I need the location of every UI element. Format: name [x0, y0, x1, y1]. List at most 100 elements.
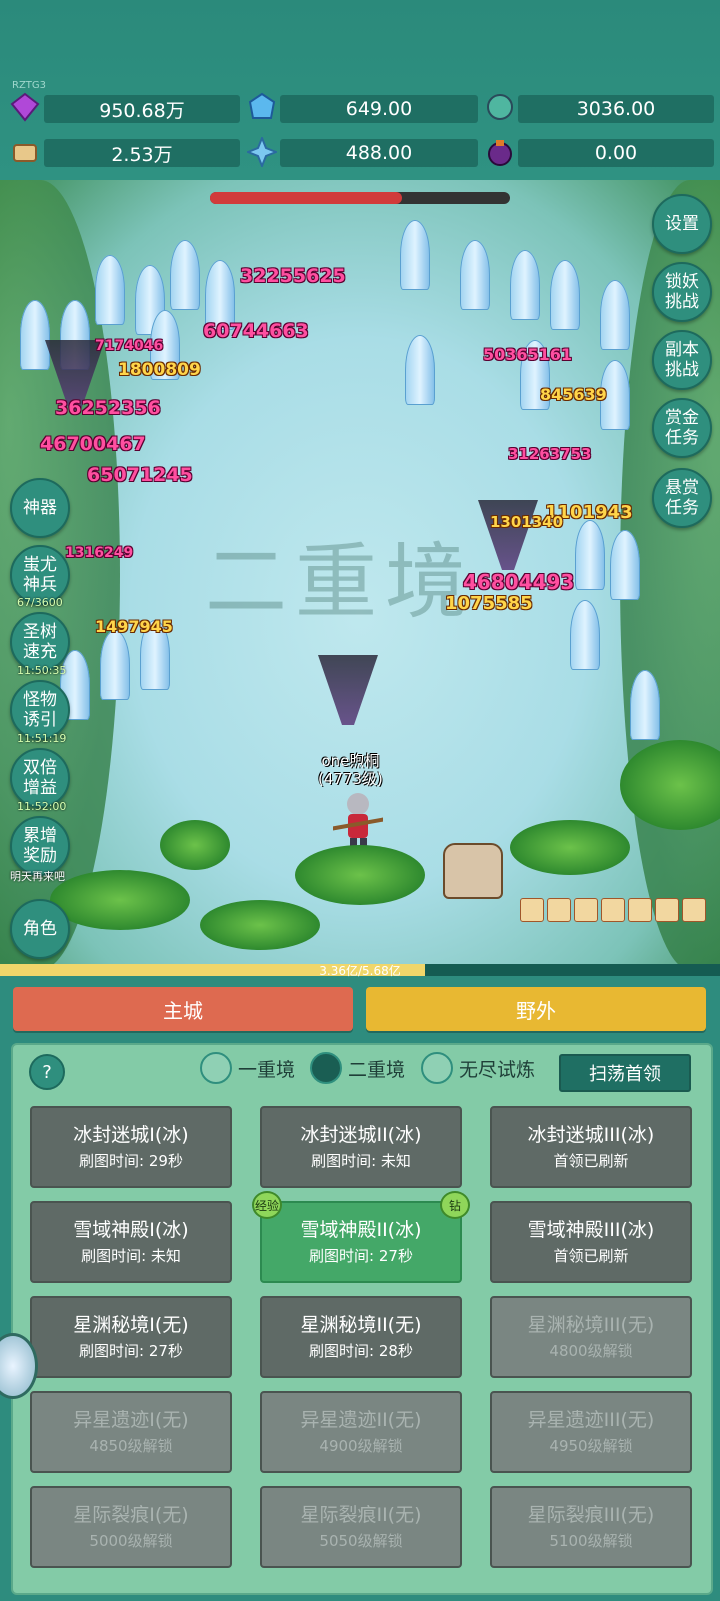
tab-realm-1[interactable]: 一重境 — [200, 1052, 295, 1084]
radio-selected-icon — [310, 1052, 342, 1084]
artifact-button[interactable]: 神器 — [10, 478, 70, 538]
damage-number: 1316249 — [65, 545, 134, 561]
wild-button[interactable]: 野外 — [366, 987, 706, 1031]
damage-number: 32255625 — [240, 265, 346, 287]
stage-card[interactable]: 星渊秘境I(无) 刷图时间: 27秒 — [30, 1296, 232, 1378]
stage-card-locked[interactable]: 星际裂痕I(无) 5000级解锁 — [30, 1486, 232, 1568]
player-nameplate: one煦桐 (4773级) — [318, 752, 383, 788]
ice-shard-icon — [247, 137, 277, 167]
damage-number: 60744663 — [203, 320, 309, 342]
sweep-boss-button[interactable]: 扫荡首领 — [559, 1054, 691, 1092]
tornado-effect — [318, 655, 378, 725]
stage-name: 异星遗迹III(无) — [527, 1409, 655, 1431]
skill-icon[interactable] — [601, 898, 625, 922]
stage-status: 4950级解锁 — [549, 1437, 633, 1455]
skill-icon[interactable] — [547, 898, 571, 922]
double-buff-timer: 11:52:00 — [17, 800, 67, 813]
tab-endless-trial[interactable]: 无尽试炼 — [421, 1052, 535, 1084]
stage-name: 雪域神殿III(冰) — [527, 1219, 655, 1241]
boss-hp-fill — [210, 192, 402, 204]
skill-icon[interactable] — [520, 898, 544, 922]
resource-purple-pouch: 0.00 — [518, 139, 714, 167]
damage-number: 46700467 — [40, 433, 146, 455]
monster-lure-button[interactable]: 怪物 诱引 — [10, 680, 70, 740]
stage-card[interactable]: 冰封迷城II(冰) 刷图时间: 未知 — [260, 1106, 462, 1188]
stage-card-locked[interactable]: 异星遗迹II(无) 4900级解锁 — [260, 1391, 462, 1473]
ice-crystal — [510, 250, 540, 320]
stage-status: 刷图时间: 29秒 — [79, 1152, 183, 1170]
tab-label: 无尽试炼 — [459, 1058, 536, 1081]
ice-crystal — [575, 520, 605, 590]
ice-crystal — [570, 600, 600, 670]
experience-text: 3.36亿/5.68亿 — [319, 964, 401, 978]
holy-tree-button[interactable]: 圣树 速充 — [10, 612, 70, 672]
damage-number: 50365161 — [483, 345, 573, 364]
stage-card-locked[interactable]: 异星遗迹III(无) 4950级解锁 — [490, 1391, 692, 1473]
ice-crystal — [100, 630, 130, 700]
damage-number: 46804493 — [463, 570, 575, 594]
skill-icon[interactable] — [655, 898, 679, 922]
stage-card[interactable]: 冰封迷城I(冰) 刷图时间: 29秒 — [30, 1106, 232, 1188]
bush — [50, 870, 190, 930]
battle-scene[interactable]: 二重境 32255625 60744663 7174046 1800809 36… — [0, 180, 720, 970]
bush — [510, 820, 630, 875]
dungeon-challenge-button[interactable]: 副本 挑战 — [652, 330, 712, 390]
stage-status: 刷图时间: 未知 — [81, 1247, 181, 1265]
stump-monster[interactable] — [443, 843, 503, 899]
character-button[interactable]: 角色 — [10, 899, 70, 959]
monster-lure-timer: 11:51:19 — [17, 732, 67, 745]
stage-name: 冰封迷城III(冰) — [527, 1124, 655, 1146]
tab-label: 二重境 — [348, 1058, 406, 1081]
stage-card-locked[interactable]: 星际裂痕III(无) 5100级解锁 — [490, 1486, 692, 1568]
skill-icon[interactable] — [628, 898, 652, 922]
bush — [200, 900, 320, 950]
stage-status: 4800级解锁 — [549, 1342, 633, 1360]
radio-icon — [200, 1052, 232, 1084]
boss-hp-bar — [210, 192, 510, 204]
skill-icon[interactable] — [682, 898, 706, 922]
stage-card[interactable]: 雪域神殿I(冰) 刷图时间: 未知 — [30, 1201, 232, 1283]
stage-status: 刷图时间: 28秒 — [309, 1342, 413, 1360]
stage-card[interactable]: 星渊秘境II(无) 刷图时间: 28秒 — [260, 1296, 462, 1378]
stage-card-locked[interactable]: 星渊秘境III(无) 4800级解锁 — [490, 1296, 692, 1378]
stage-status: 首领已刷新 — [553, 1152, 629, 1170]
server-tag: RZTG3 — [12, 80, 47, 91]
stage-status: 刷图时间: 27秒 — [309, 1247, 413, 1265]
cumulative-reward-button[interactable]: 累增 奖励 — [10, 816, 70, 876]
bounty-gold-task-button[interactable]: 赏金 任务 — [652, 398, 712, 458]
blue-crystal-icon — [248, 92, 276, 119]
stage-name: 星渊秘境III(无) — [527, 1314, 655, 1336]
ice-crystal — [600, 280, 630, 350]
cumulative-reward-status: 明天再来吧 — [10, 870, 65, 883]
stage-name: 冰封迷城II(冰) — [300, 1124, 422, 1146]
stage-name: 雪域神殿II(冰) — [300, 1219, 422, 1241]
damage-number: 1497945 — [95, 617, 173, 636]
resource-blue-crystal: 649.00 — [280, 95, 478, 123]
skill-icon[interactable] — [574, 898, 598, 922]
diamond-badge: 钻 — [440, 1191, 470, 1219]
stage-name: 星际裂痕III(无) — [527, 1504, 655, 1526]
purple-pouch-icon — [488, 140, 512, 166]
stage-name: 冰封迷城I(冰) — [73, 1124, 189, 1146]
ice-crystal — [610, 530, 640, 600]
stage-card[interactable]: 雪域神殿III(冰) 首领已刷新 — [490, 1201, 692, 1283]
help-button[interactable]: ? — [29, 1054, 65, 1090]
stage-card-selected[interactable]: 经验 钻 雪域神殿II(冰) 刷图时间: 27秒 — [252, 1191, 470, 1283]
reward-task-button[interactable]: 悬赏 任务 — [652, 468, 712, 528]
double-buff-button[interactable]: 双倍 增益 — [10, 748, 70, 808]
chiyou-timer: 67/3600 — [17, 596, 63, 609]
stage-card-locked[interactable]: 异星遗迹I(无) 4850级解锁 — [30, 1391, 232, 1473]
bush — [160, 820, 230, 870]
resource-ice-shard: 488.00 — [280, 139, 478, 167]
main-city-button[interactable]: 主城 — [13, 987, 353, 1031]
stage-name: 星渊秘境I(无) — [73, 1314, 189, 1336]
exp-badge: 经验 — [252, 1191, 282, 1219]
stage-status: 4900级解锁 — [319, 1437, 403, 1455]
scroll-icon — [13, 144, 37, 162]
tab-realm-2[interactable]: 二重境 — [310, 1052, 405, 1084]
stage-card-locked[interactable]: 星际裂痕II(无) 5050级解锁 — [260, 1486, 462, 1568]
damage-number: 1075585 — [445, 593, 533, 614]
stage-card[interactable]: 冰封迷城III(冰) 首领已刷新 — [490, 1106, 692, 1188]
demon-lock-challenge-button[interactable]: 锁妖 挑战 — [652, 262, 712, 322]
settings-button[interactable]: 设置 — [652, 194, 712, 254]
